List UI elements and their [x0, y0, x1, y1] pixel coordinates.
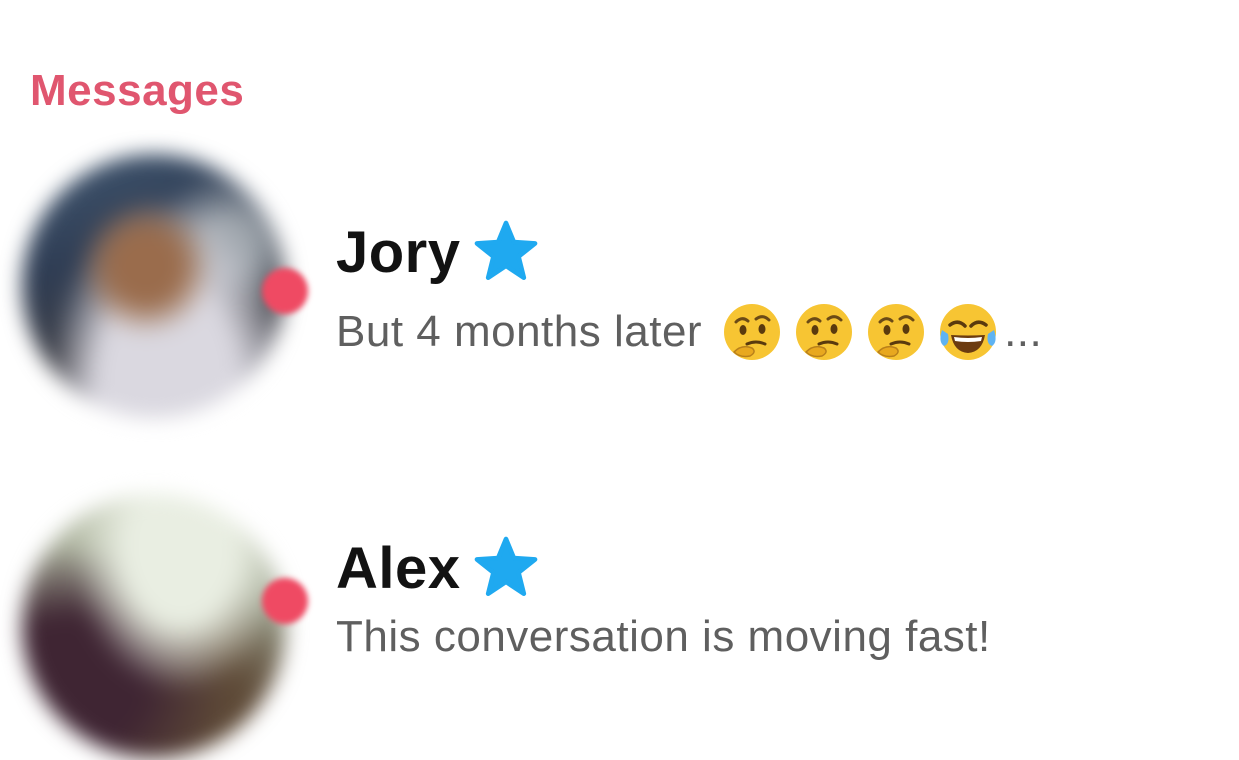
thinking-face-icon: [724, 304, 781, 360]
preview-ellipsis: ...: [1004, 307, 1043, 356]
conversation-name-line: Alex: [336, 528, 539, 608]
conversation-row-jory[interactable]: Jory But 4 months later ...: [0, 150, 1239, 420]
message-preview-text: This conversation is moving fast!: [336, 612, 991, 661]
emoji-group: [720, 300, 1000, 364]
conversation-name: Alex: [336, 535, 461, 601]
avatar[interactable]: [22, 494, 286, 758]
top-cutoff-text: [0, 0, 1239, 12]
message-preview: This conversation is moving fast!: [336, 612, 991, 662]
star-icon: [474, 536, 537, 597]
message-preview: But 4 months later ...: [336, 300, 1042, 364]
unread-indicator: [262, 268, 308, 314]
messages-header: Messages: [30, 66, 245, 115]
tears-of-joy-icon: [940, 304, 997, 360]
thinking-face-icon: [796, 304, 853, 360]
conversation-row-alex[interactable]: Alex This conversation is moving fast!: [0, 490, 1239, 760]
conversation-name: Jory: [336, 219, 461, 285]
thinking-face-icon: [868, 304, 925, 360]
conversation-name-line: Jory: [336, 212, 539, 292]
avatar[interactable]: [22, 154, 286, 418]
message-preview-text: But 4 months later: [336, 307, 703, 356]
star-icon: [474, 220, 537, 281]
unread-indicator: [262, 578, 308, 624]
